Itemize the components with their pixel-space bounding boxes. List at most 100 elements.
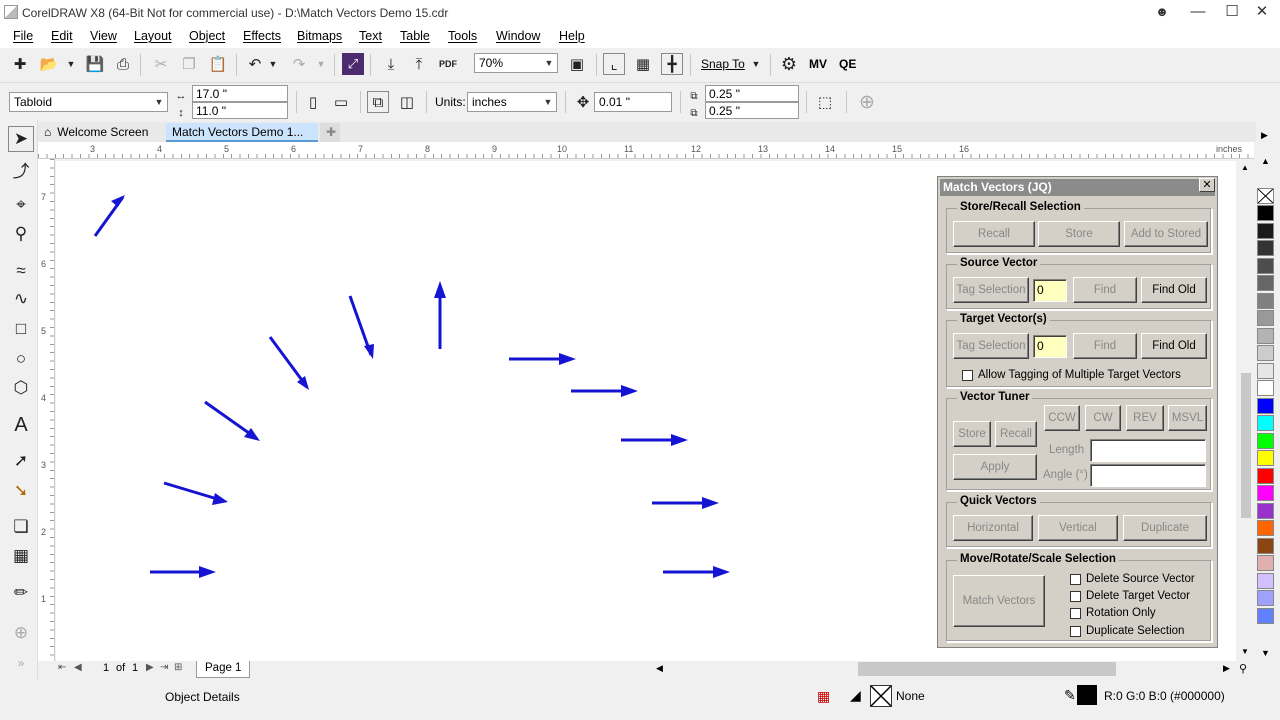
print-icon[interactable]: ⎙ [112,53,134,75]
menu-view[interactable]: View [90,29,117,43]
horizontal-scroll-thumb[interactable] [858,662,1116,676]
show-grid-icon[interactable]: ▦ [632,53,654,75]
color-swatch[interactable] [1257,450,1274,466]
pick-tool-icon[interactable]: ➤ [8,126,34,152]
target-tag-selection-button[interactable]: Tag Selection [953,333,1029,359]
palette-scroll-up-icon[interactable]: ▲ [1261,156,1270,166]
duplicate-selection-checkbox[interactable]: Duplicate Selection [1070,625,1184,637]
recall-button[interactable]: Recall [953,221,1035,247]
minimize-button[interactable]: — [1180,0,1216,26]
connector-tool-icon[interactable]: ➘ [8,478,34,504]
prev-page-icon[interactable]: ◀ [74,662,82,673]
snap-dropdown-icon[interactable]: ▼ [745,53,767,75]
mv-macro-button[interactable]: MV [809,57,827,71]
menu-tools[interactable]: Tools [448,29,477,43]
checkbox-box[interactable] [1070,590,1081,602]
cut-icon[interactable]: ✂ [150,53,172,75]
paste-icon[interactable]: 📋 [207,53,229,75]
duplicate-distance-y-field[interactable]: 0.25 " [705,102,799,119]
color-swatch[interactable] [1257,432,1274,449]
shape-tool-icon[interactable]: ⤴ [8,156,34,182]
add-icon[interactable]: ⊕ [856,91,878,113]
qe-macro-button[interactable]: QE [839,57,856,71]
ccw-button[interactable]: CCW [1044,405,1080,431]
target-vector-field[interactable]: 0 [1033,335,1067,358]
add-page-icon[interactable]: ⊞ [174,662,182,673]
undo-dropdown-icon[interactable]: ▼ [262,53,284,75]
search-content-icon[interactable]: ⤢ [342,53,364,75]
last-page-icon[interactable]: ⇥ [160,662,168,673]
palette-scroll-down-icon[interactable]: ▼ [1261,648,1270,658]
color-swatch[interactable] [1257,327,1274,344]
source-vector-field[interactable]: 0 [1033,279,1067,302]
page-height-field[interactable]: 11.0 " [192,102,288,119]
target-find-button[interactable]: Find [1073,333,1137,359]
vertical-scroll-thumb[interactable] [1241,373,1251,518]
export-icon[interactable]: ⤒ [408,53,430,75]
full-screen-icon[interactable]: ▣ [566,53,588,75]
open-folder-icon[interactable]: 📂 [38,53,60,75]
color-swatch[interactable] [1257,310,1274,326]
vertical-scrollbar[interactable]: ▲ ▼ [1238,161,1254,661]
ellipse-tool-icon[interactable]: ○ [8,346,34,372]
close-docker-button[interactable]: ✕ [1199,178,1215,192]
redo-icon[interactable]: ↷ [288,53,310,75]
rev-button[interactable]: REV [1126,405,1164,431]
menu-bitmaps[interactable]: Bitmaps [297,29,342,43]
checkbox-box[interactable] [1070,625,1081,637]
units-select[interactable]: inches ▼ [467,92,557,112]
menu-edit[interactable]: Edit [51,29,73,43]
color-swatch[interactable] [1257,467,1274,484]
color-swatch[interactable] [1257,485,1274,501]
zoom-corner-icon[interactable]: ⚲ [1239,662,1247,675]
vertical-ruler[interactable]: 7 6 5 4 3 2 1 [38,159,55,661]
redo-dropdown-icon[interactable]: ▼ [310,53,332,75]
color-swatch[interactable] [1257,572,1274,589]
artistic-media-icon[interactable]: ∿ [8,286,34,312]
all-pages-icon[interactable]: ⧉ [367,91,389,113]
text-tool-icon[interactable]: A [8,412,34,438]
color-swatch[interactable] [1257,380,1274,396]
eyedropper-icon[interactable]: ✏ [8,580,34,606]
add-to-stored-button[interactable]: Add to Stored [1124,221,1208,247]
checkbox-box[interactable] [1070,607,1081,619]
menu-table[interactable]: Table [400,29,430,43]
outline-color-swatch[interactable] [1077,685,1097,705]
tuner-store-button[interactable]: Store [953,421,991,447]
open-dropdown-icon[interactable]: ▼ [60,53,82,75]
snap-to-button[interactable]: Snap To [701,57,745,71]
freehand-tool-icon[interactable]: ≈ [8,258,34,284]
color-swatch[interactable] [1257,502,1274,519]
allow-multiple-targets-checkbox[interactable]: Allow Tagging of Multiple Target Vectors [962,369,1181,381]
copy-icon[interactable]: ❐ [178,53,200,75]
show-rulers-icon[interactable]: ⌞ [603,53,625,75]
duplicate-button[interactable]: Duplicate [1123,515,1207,541]
paper-size-select[interactable]: Tabloid ▼ [9,92,168,112]
color-swatch[interactable] [1257,275,1274,291]
menu-object[interactable]: Object [189,29,225,43]
color-proof-icon[interactable]: ▦ [817,688,830,705]
color-swatch[interactable] [1257,555,1274,571]
fill-bucket-icon[interactable]: ◢ [850,687,861,704]
scroll-up-icon[interactable]: ▲ [1241,163,1249,172]
parallel-dimension-icon[interactable]: ➚ [8,448,34,474]
new-document-icon[interactable]: ✚ [9,53,31,75]
fill-none-swatch[interactable] [870,685,892,707]
add-tool-icon[interactable]: ⊕ [8,620,34,646]
msvl-button[interactable]: MSVL [1168,405,1207,431]
publish-pdf-icon[interactable]: PDF [437,53,459,75]
show-guidelines-icon[interactable]: ╋ [661,53,683,75]
drop-shadow-icon[interactable]: ❏ [8,514,34,540]
color-swatch[interactable] [1257,397,1274,414]
source-find-old-button[interactable]: Find Old [1141,277,1207,303]
first-page-icon[interactable]: ⇤ [58,662,66,673]
color-swatch[interactable] [1257,292,1274,309]
save-icon[interactable]: 💾 [84,53,106,75]
color-swatch[interactable] [1257,205,1274,221]
next-page-icon[interactable]: ▶ [146,662,154,673]
chevron-down-icon[interactable]: ▼ [540,93,556,111]
color-swatch[interactable] [1257,537,1274,554]
tuner-recall-button[interactable]: Recall [995,421,1037,447]
duplicate-distance-x-field[interactable]: 0.25 " [705,85,799,102]
store-button[interactable]: Store [1038,221,1120,247]
